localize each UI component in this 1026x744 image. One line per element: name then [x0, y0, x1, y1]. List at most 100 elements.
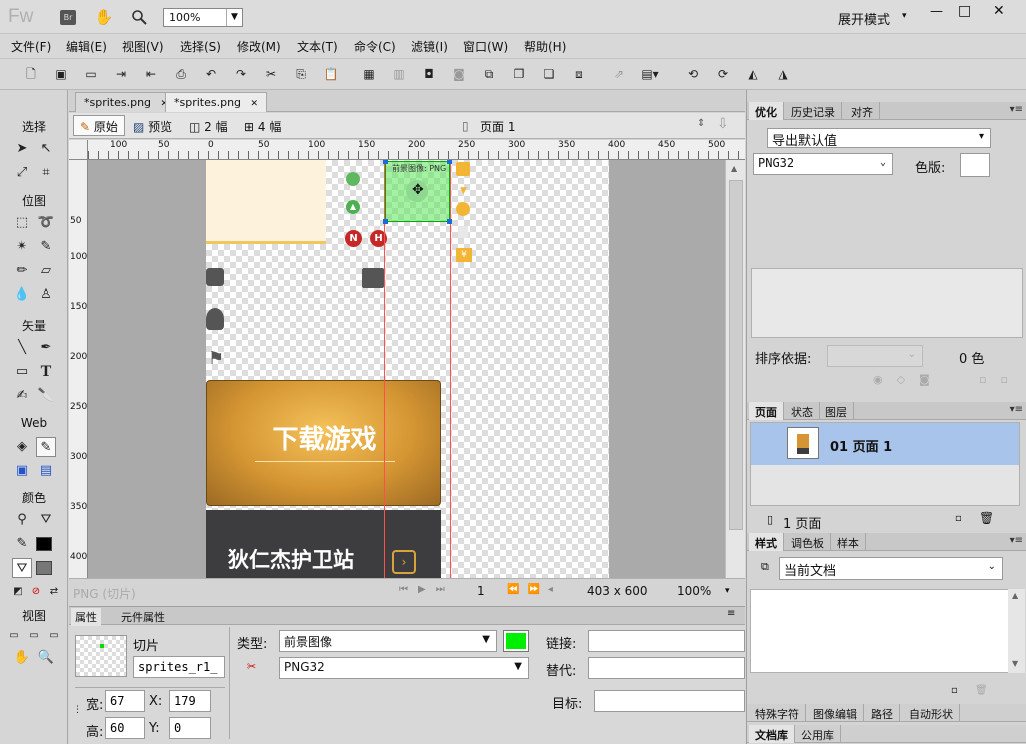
send-backward-icon[interactable]: ❏ [540, 66, 558, 82]
styles-scrollbar[interactable]: ▲ ▼ [1008, 589, 1025, 673]
hotspot-icon[interactable]: ◈ [12, 437, 32, 457]
tab-common-library[interactable]: 公用库 [795, 725, 841, 743]
tab-align[interactable]: 对齐 [845, 102, 880, 120]
undo-icon[interactable]: ↶ [202, 66, 220, 82]
delete-style-icon[interactable]: 🗑 [975, 685, 988, 696]
menu-select[interactable]: 选择(S) [180, 38, 221, 55]
lasso-icon[interactable]: ➰ [36, 213, 56, 233]
paste-icon[interactable]: 📋 [322, 66, 340, 82]
crop-icon[interactable]: ⌗ [36, 163, 56, 183]
canvas-area[interactable]: ▲ N H ⚑ ▼ ¥ 下载游戏 狄仁杰护卫站 › 前景图像: PNG ✥ [88, 160, 725, 578]
scale-icon[interactable]: ⤢ [12, 163, 32, 183]
zoom-select[interactable]: 100% ▼ [163, 8, 243, 27]
slice-tool-icon[interactable]: ✎ [36, 437, 56, 457]
redo-icon[interactable]: ↷ [232, 66, 250, 82]
scrollbar-thumb[interactable] [729, 180, 743, 530]
matte-color-swatch[interactable] [960, 153, 990, 177]
pen-icon[interactable]: ✒ [36, 338, 56, 358]
flip-horizontal-icon[interactable]: ◭ [744, 66, 762, 82]
width-input[interactable] [105, 690, 145, 712]
print-icon[interactable]: ⎙ [172, 66, 190, 82]
link-input[interactable] [588, 630, 745, 652]
page-selector[interactable]: 页面 1 [480, 118, 515, 135]
doc-tab-1[interactable]: *sprites.png ✕ [75, 92, 178, 112]
bring-front-icon[interactable]: ⧉ [480, 66, 498, 82]
zoom-tool-icon[interactable]: 🔍 [36, 648, 56, 668]
menu-commands[interactable]: 命令(C) [354, 38, 396, 55]
handle-top-left[interactable] [383, 160, 388, 164]
page-row[interactable]: 01 页面 1 [751, 423, 1019, 465]
close-tab-icon[interactable]: ✕ [251, 99, 259, 109]
freeform-icon[interactable]: ✍ [12, 386, 32, 406]
view-preview-button[interactable]: ▨ 预览 [133, 118, 172, 135]
frame-nav-controls[interactable]: ⏪⏩◂ [507, 584, 561, 595]
slice-format-select[interactable]: PNG32 ▼ [279, 657, 529, 679]
view-original-button[interactable]: ✎ 原始 [73, 115, 125, 136]
flip-vertical-icon[interactable]: ◮ [774, 66, 792, 82]
height-input[interactable] [105, 717, 145, 739]
distribute-icon[interactable]: ⇗ [610, 66, 628, 82]
y-input[interactable] [169, 717, 211, 739]
swap-colors-icon[interactable]: ⇄ [44, 582, 64, 602]
panel-menu-icon[interactable]: ▾≡ [1010, 104, 1023, 115]
save-icon[interactable]: ▣ [52, 66, 70, 82]
marquee-icon[interactable]: ⬚ [12, 213, 32, 233]
open-icon[interactable]: ▭ [82, 66, 100, 82]
split-icon[interactable]: ◙ [450, 66, 468, 82]
import-icon[interactable]: ⇥ [112, 66, 130, 82]
align-icon[interactable]: ▤▾ [638, 66, 662, 82]
join-icon[interactable]: ◘ [420, 66, 438, 82]
tab-states[interactable]: 状态 [785, 402, 820, 420]
handle-bottom-left[interactable] [383, 219, 388, 224]
sort-by-select[interactable]: ⌄ [827, 345, 923, 367]
tab-special-chars[interactable]: 特殊字符 [749, 704, 806, 722]
eraser-icon[interactable]: ▱ [36, 261, 56, 281]
menu-filters[interactable]: 滤镜(I) [411, 38, 448, 55]
blur-icon[interactable]: 💧 [12, 285, 32, 305]
scroll-down-icon[interactable]: ▼ [1012, 659, 1018, 668]
fullscreen-icon[interactable]: ▭ [44, 626, 64, 646]
panel-menu-icon[interactable]: ≡ [727, 608, 735, 619]
x-input[interactable] [169, 690, 211, 712]
show-slices-icon[interactable]: ▤ [36, 461, 56, 481]
pointer-icon[interactable]: ➤ [12, 139, 32, 159]
tab-auto-shapes[interactable]: 自动形状 [903, 704, 960, 722]
new-page-icon[interactable]: ▫ [955, 513, 962, 524]
bridge-button[interactable]: Br [60, 10, 76, 25]
slice-name-input[interactable] [133, 656, 225, 678]
rectangle-icon[interactable]: ▭ [12, 362, 32, 382]
vertical-scrollbar[interactable]: ▲ [725, 160, 745, 578]
menu-modify[interactable]: 修改(M) [237, 38, 281, 55]
cut-icon[interactable]: ✂ [262, 66, 280, 82]
copy-icon[interactable]: ⎘ [292, 66, 310, 82]
fill-color-swatch[interactable] [36, 561, 52, 575]
view-2up-button[interactable]: ◫ 2 幅 [189, 118, 228, 135]
target-input[interactable] [594, 690, 745, 712]
export-format-select[interactable]: PNG32 ⌄ [753, 153, 893, 175]
hide-slices-icon[interactable]: ▣ [12, 461, 32, 481]
fullscreen-menu-icon[interactable]: ▭ [24, 626, 44, 646]
selected-slice[interactable]: 前景图像: PNG ✥ [383, 160, 452, 224]
tab-image-edit[interactable]: 图像编辑 [807, 704, 864, 722]
ungroup-icon[interactable]: ▥ [390, 66, 408, 82]
menu-view[interactable]: 视图(V) [122, 38, 164, 55]
default-colors-icon[interactable]: ◩ [8, 582, 28, 602]
tab-properties[interactable]: 属性 [71, 608, 101, 626]
tab-symbol-properties[interactable]: 元件属性 [117, 608, 169, 626]
page-menu-icon[interactable]: ⇩ [717, 116, 729, 132]
rotate-ccw-icon[interactable]: ⟲ [684, 66, 702, 82]
rubber-stamp-icon[interactable]: ♙ [36, 285, 56, 305]
hand-icon[interactable]: ✋ [95, 8, 114, 26]
tab-history[interactable]: 历史记录 [785, 102, 842, 120]
color-table-actions-2[interactable]: ▫▫ [979, 373, 1022, 386]
subselect-icon[interactable]: ↖ [36, 139, 56, 159]
stroke-color-swatch[interactable] [36, 537, 52, 551]
export-preset-select[interactable]: 导出默认值 ▾ [767, 128, 991, 149]
brush-icon[interactable]: ✎ [36, 237, 56, 257]
tab-pages[interactable]: 页面 [749, 402, 784, 420]
tab-layers[interactable]: 图层 [819, 402, 854, 420]
magic-wand-icon[interactable]: ✴ [12, 237, 32, 257]
color-table-actions[interactable]: ◉◇◙ [873, 373, 944, 386]
menu-file[interactable]: 文件(F) [11, 38, 51, 55]
document-canvas[interactable]: ▲ N H ⚑ ▼ ¥ 下载游戏 狄仁杰护卫站 › [206, 160, 609, 578]
